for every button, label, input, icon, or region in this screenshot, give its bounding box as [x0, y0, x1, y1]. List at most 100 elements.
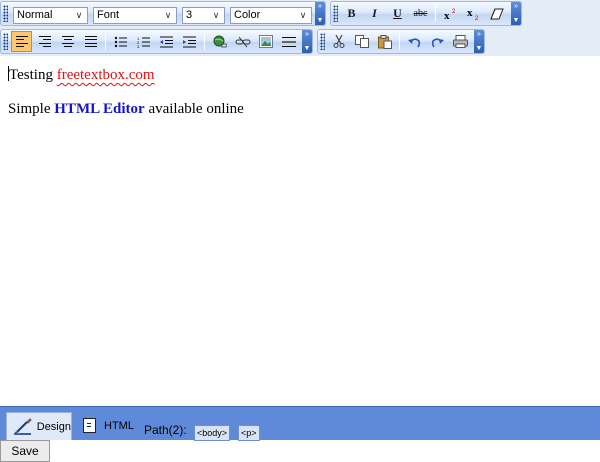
outdent-icon — [160, 36, 173, 47]
print-button[interactable] — [450, 31, 471, 52]
font-value: Font — [97, 9, 120, 21]
toolbar-separator — [435, 5, 436, 22]
chevron-down-icon: ∨ — [164, 10, 172, 20]
svg-text:x: x — [467, 7, 473, 19]
svg-text:3: 3 — [137, 44, 140, 48]
clipboard-toolbar: » ▼ — [317, 29, 485, 54]
eraser-icon — [489, 8, 504, 19]
chevron-down-icon: ∨ — [299, 10, 307, 20]
align-center-button[interactable] — [57, 31, 78, 52]
paste-button[interactable] — [374, 31, 395, 52]
align-center-icon — [61, 36, 74, 47]
strikethrough-button[interactable]: abc — [410, 3, 431, 24]
horizontal-rule-button[interactable] — [278, 31, 299, 52]
font-select[interactable]: Font ∨ — [93, 7, 177, 24]
outdent-button[interactable] — [156, 31, 177, 52]
remove-link-button[interactable] — [232, 31, 253, 52]
insert-image-button[interactable] — [255, 31, 276, 52]
chevron-icon: » — [305, 31, 309, 38]
align-left-button[interactable] — [11, 31, 32, 52]
horizontal-rule-icon — [281, 36, 296, 47]
numbered-list-button[interactable]: 123 — [133, 31, 154, 52]
html-document-icon — [83, 418, 96, 433]
chevron-icon: » — [477, 31, 481, 38]
image-icon — [258, 35, 273, 48]
toolbar-overflow-button[interactable]: » ▼ — [315, 2, 325, 25]
underline-button[interactable]: U — [387, 3, 408, 24]
tab-html-label: HTML — [104, 420, 134, 432]
indent-button[interactable] — [179, 31, 200, 52]
arrow-down-icon: ▼ — [512, 17, 520, 24]
printer-icon — [453, 35, 468, 48]
chevron-down-icon: ∨ — [212, 10, 220, 20]
save-button[interactable]: Save — [0, 440, 50, 462]
color-select[interactable]: Color ∨ — [230, 7, 312, 24]
align-right-icon — [38, 36, 51, 47]
editor-content-area[interactable]: Testing freetextbox.com Simple HTML Edit… — [0, 56, 600, 406]
arrow-down-icon: ▼ — [316, 17, 324, 24]
toolbar-overflow-button[interactable]: » ▼ — [511, 2, 521, 25]
svg-text:2: 2 — [475, 16, 479, 20]
design-pencil-icon — [14, 417, 32, 435]
text-span: available online — [144, 101, 244, 117]
subscript-icon: x2 — [467, 7, 479, 20]
color-value: Color — [234, 9, 261, 21]
toolbar-overflow-button[interactable]: » ▼ — [474, 30, 484, 53]
toolbar-separator — [399, 33, 400, 50]
chevron-icon: » — [318, 3, 322, 10]
paragraph-format-select[interactable]: Normal ∨ — [13, 7, 88, 24]
numbered-list-icon: 123 — [137, 36, 150, 48]
insert-link-button[interactable] — [209, 31, 230, 52]
remove-format-button[interactable] — [486, 3, 507, 24]
arrow-down-icon: ▼ — [475, 45, 483, 52]
italic-button[interactable]: I — [364, 3, 385, 24]
redo-button[interactable] — [427, 31, 448, 52]
superscript-button[interactable]: x2 — [440, 3, 461, 24]
editor-app: Normal ∨ Font ∨ 3 ∨ Color ∨ » ▼ B I U ab… — [0, 0, 600, 462]
paragraph-toolbar: 123 » ▼ — [0, 29, 313, 54]
superscript-icon: x2 — [444, 9, 456, 20]
subscript-button[interactable]: x2 — [463, 3, 484, 24]
align-right-button[interactable] — [34, 31, 55, 52]
path-tag-body[interactable]: <body> — [194, 425, 231, 441]
font-size-select[interactable]: 3 ∨ — [182, 7, 225, 24]
freetextbox-link[interactable]: freetextbox.com — [57, 67, 155, 83]
toolbar-overflow-button[interactable]: » ▼ — [302, 30, 312, 53]
indent-icon — [183, 36, 196, 47]
copy-button[interactable] — [351, 31, 372, 52]
tab-html[interactable]: HTML — [80, 415, 138, 437]
chevron-icon: » — [514, 3, 518, 10]
arrow-down-icon: ▼ — [303, 45, 311, 52]
content-paragraph-1: Testing freetextbox.com — [8, 66, 592, 83]
format-toolbar: Normal ∨ Font ∨ 3 ∨ Color ∨ » ▼ — [0, 1, 326, 26]
redo-icon — [431, 37, 444, 47]
toolbar-separator — [105, 33, 106, 50]
bulleted-list-button[interactable] — [110, 31, 131, 52]
path-label: Path(2): — [144, 423, 187, 437]
tab-design-label: Design — [36, 420, 71, 433]
tab-design[interactable]: Design — [6, 412, 72, 440]
toolbar-grip-icon[interactable] — [333, 5, 338, 22]
bold-button[interactable]: B — [341, 3, 362, 24]
undo-button[interactable] — [404, 31, 425, 52]
text-span: Simple — [8, 101, 55, 117]
align-left-icon — [15, 36, 28, 47]
copy-icon — [354, 35, 369, 48]
unlink-icon — [235, 36, 250, 47]
toolbar-area: Normal ∨ Font ∨ 3 ∨ Color ∨ » ▼ B I U ab… — [0, 0, 600, 56]
text-span: Testing — [9, 67, 57, 83]
font-size-value: 3 — [186, 9, 193, 21]
toolbar-grip-icon[interactable] — [3, 5, 8, 22]
toolbar-grip-icon[interactable] — [3, 33, 8, 50]
toolbar-separator — [204, 33, 205, 50]
globe-link-icon — [213, 35, 227, 47]
justify-button[interactable] — [80, 31, 101, 52]
text-style-toolbar: B I U abc x2 x2 » ▼ — [330, 1, 522, 26]
paragraph-format-value: Normal — [17, 9, 53, 21]
editor-mode-bar: Design HTML Path(2): <body> <p> — [0, 406, 600, 441]
toolbar-grip-icon[interactable] — [320, 33, 325, 50]
scissors-icon — [333, 35, 344, 48]
path-tag-p[interactable]: <p> — [238, 425, 260, 441]
paste-icon — [377, 34, 392, 49]
cut-button[interactable] — [328, 31, 349, 52]
